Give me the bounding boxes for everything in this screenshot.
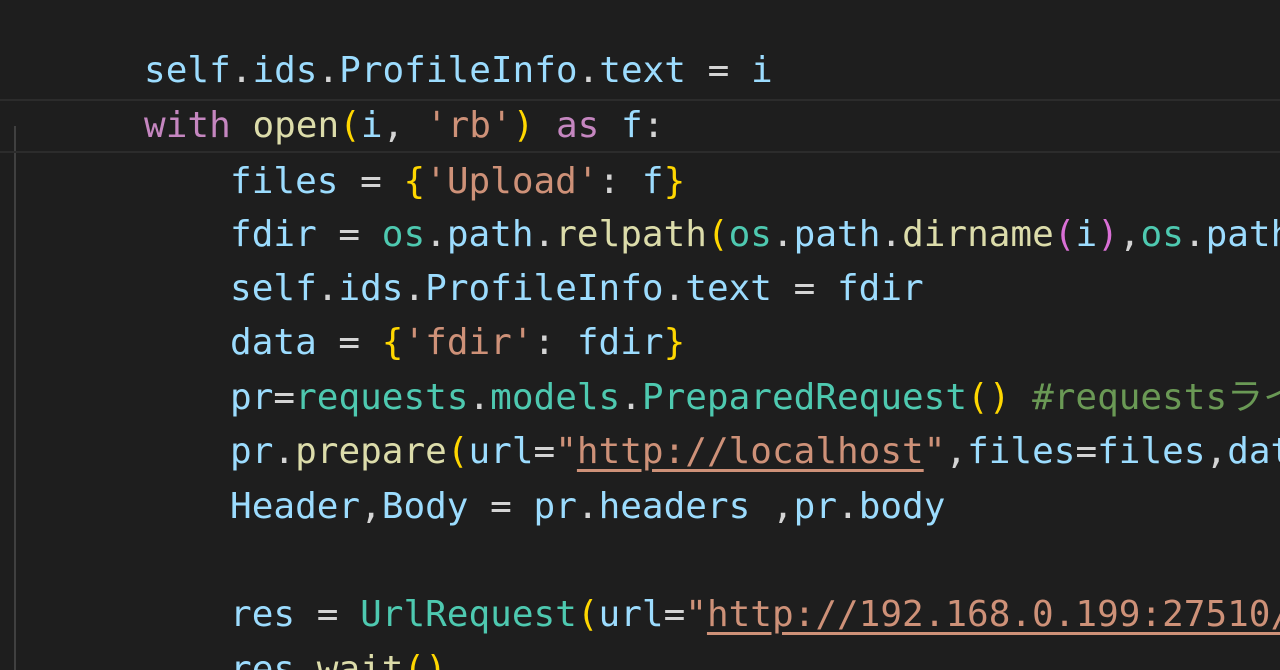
code-line[interactable]: fdir = os.path.relpath(os.path.dirname(i…: [0, 153, 1280, 255]
code-line-blank[interactable]: [0, 480, 1280, 534]
code-line[interactable]: res.wait(): [0, 588, 1280, 670]
code-line[interactable]: self.ids.ProfileInfo.text = i: [0, 0, 1280, 91]
code-line[interactable]: res = UrlRequest(url="http://192.168.0.1…: [0, 534, 1280, 635]
code-lines: self.ids.ProfileInfo.text = i with open(…: [0, 0, 1280, 670]
code-line[interactable]: pr.prepare(url="http://localhost",files=…: [0, 371, 1280, 472]
code-line[interactable]: self.ids.ProfileInfo.text = fdir: [0, 208, 1280, 309]
code-line[interactable]: data = {'fdir': fdir}: [0, 262, 1280, 363]
code-line[interactable]: pr=requests.models.PreparedRequest() #re…: [0, 316, 1280, 418]
token: (): [403, 648, 447, 670]
code-editor[interactable]: self.ids.ProfileInfo.text = i with open(…: [0, 0, 1280, 670]
token: wait: [316, 648, 404, 670]
code-line[interactable]: Header,Body = pr.headers ,pr.body: [0, 425, 1280, 527]
token: .: [295, 648, 317, 670]
code-line-current[interactable]: files = {'Upload': f}: [0, 98, 1280, 202]
code-line[interactable]: with open(i, 'rb') as f:: [0, 44, 1280, 146]
token: res: [230, 648, 296, 670]
